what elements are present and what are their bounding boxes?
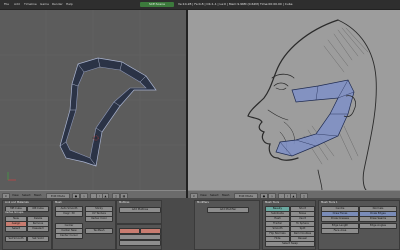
menu-game[interactable]: Game: [40, 2, 49, 7]
panel-title: Mesh Tools: [265, 201, 280, 204]
menu-timeline[interactable]: Timeline: [24, 2, 37, 7]
select-button[interactable]: Select: [5, 226, 27, 232]
panel-mesh-tools-1: Mesh Tools 1 Centre Normals Draw Faces D…: [318, 200, 400, 250]
left-viewport-canvas[interactable]: [0, 10, 186, 190]
draw-seams-toggle[interactable]: Draw Seams: [359, 216, 397, 222]
left-viewport-header: ▾ View Select Mesh Edit Mode ● ◇ · / ▲ ○…: [0, 190, 186, 199]
right-3d-viewport[interactable]: [188, 10, 400, 190]
panel-mesh-tools: Mesh Tools Beauty Short Subdivide Noise …: [262, 200, 316, 250]
draw-creases-toggle[interactable]: Draw Creases: [321, 216, 359, 222]
vertex-groups-label: Vertex Groups: [5, 211, 24, 214]
menu-select[interactable]: Select: [22, 193, 31, 197]
set-smooth-button[interactable]: Set Smooth: [5, 236, 27, 242]
menu-help[interactable]: Help: [66, 2, 73, 7]
edge-angles-toggle[interactable]: Edge Angles: [359, 223, 397, 229]
texmesh-field[interactable]: TexMesh: [85, 228, 113, 234]
scene-selector[interactable]: SCE:Scene: [140, 1, 174, 7]
scene-stats: Ve:10-28 | Fa:0-8 | Ob:1-1 | La:0 | Mem:…: [178, 1, 293, 6]
panel-title: Link and Materials: [5, 201, 29, 204]
right-viewport-header: ▾ View Select Mesh Edit Mode ● ◇ · / ▲ ○: [188, 190, 400, 199]
panel-mesh: Mesh Auto Smooth Degr: 30 Sticky UV Text…: [52, 200, 116, 250]
face-area-toggle[interactable]: Face Area: [321, 228, 359, 234]
menu-mesh[interactable]: Mesh: [34, 193, 41, 197]
object-name-field[interactable]: OB:Cube: [27, 206, 49, 212]
select-swap-button[interactable]: Select Swap: [265, 241, 315, 247]
panel-title: Mesh Tools 1: [321, 201, 338, 204]
panel-multires: Multires Add Multires: [116, 200, 162, 224]
center-cursor-button[interactable]: Center Cursor: [55, 233, 83, 239]
right-viewport-canvas[interactable]: [188, 10, 400, 190]
panel-title: Modifiers: [197, 201, 209, 204]
set-solid-button[interactable]: Set Solid: [27, 236, 49, 242]
panel-modifiers: Modifiers Add Modifier: [194, 200, 260, 250]
mesh-outline[interactable]: [59, 57, 157, 167]
sketch-mesh-overlay[interactable]: [275, 79, 356, 157]
multires-level-field[interactable]: [119, 240, 161, 246]
panel-title: Multires: [119, 201, 130, 204]
menu-select[interactable]: Select: [210, 193, 219, 197]
reference-sketch-image: [247, 19, 377, 190]
left-3d-viewport[interactable]: [0, 10, 186, 190]
degr-field[interactable]: Degr: 30: [55, 211, 83, 217]
deselect-button[interactable]: Deselect: [27, 226, 49, 232]
buttons-window: Link and Materials ME:Cube OB:Cube Verte…: [0, 198, 400, 250]
menu-view[interactable]: View: [12, 193, 19, 197]
add-modifier-button[interactable]: Add Modifier: [207, 207, 249, 213]
panel-title: Mesh: [55, 201, 62, 204]
menu-add[interactable]: Add: [14, 2, 20, 7]
menu-file[interactable]: File: [4, 2, 9, 7]
menu-mesh[interactable]: Mesh: [222, 193, 229, 197]
menu-render[interactable]: Render: [52, 2, 63, 7]
panel-multires-extra: [116, 224, 162, 250]
info-header: File Add Timeline Game Render Help SCE:S…: [0, 0, 400, 10]
menu-view[interactable]: View: [200, 193, 207, 197]
vertex-color-button[interactable]: Vertex Color: [85, 216, 113, 222]
axis-widget-icon: [7, 172, 16, 181]
panel-link-materials: Link and Materials ME:Cube OB:Cube Verte…: [2, 200, 52, 250]
add-multires-button[interactable]: Add Multires: [119, 207, 161, 213]
